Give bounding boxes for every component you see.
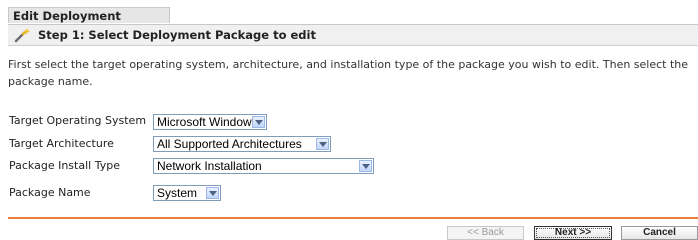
target-os-value: Microsoft Windows xyxy=(157,115,258,129)
panel-tab-title: Edit Deployment Package xyxy=(8,7,170,39)
target-os-label: Target Operating System xyxy=(9,114,147,127)
target-arch-select[interactable]: All Supported Architectures xyxy=(153,136,331,152)
target-arch-value: All Supported Architectures xyxy=(157,137,302,151)
package-name-value: System xyxy=(157,186,198,200)
instructions-text: First select the target operating system… xyxy=(8,58,689,88)
target-arch-label: Target Architecture xyxy=(9,137,114,150)
footer-divider xyxy=(8,217,698,219)
chevron-down-icon xyxy=(252,116,265,128)
chevron-down-icon xyxy=(206,187,219,199)
cancel-button[interactable]: Cancel xyxy=(621,226,698,240)
chevron-down-icon xyxy=(359,160,372,172)
chevron-down-icon xyxy=(316,138,329,150)
back-button[interactable]: << Back xyxy=(447,226,524,240)
wizard-wand-icon xyxy=(14,27,32,43)
package-name-label: Package Name xyxy=(9,186,91,199)
target-os-select[interactable]: Microsoft Windows xyxy=(153,114,267,130)
install-type-value: Network Installation xyxy=(157,159,262,173)
install-type-select[interactable]: Network Installation xyxy=(153,158,374,174)
package-name-select[interactable]: System xyxy=(153,185,221,201)
next-button[interactable]: Next >> xyxy=(534,226,612,240)
step-title: Step 1: Select Deployment Package to edi… xyxy=(38,28,316,42)
step-header: Step 1: Select Deployment Package to edi… xyxy=(8,24,698,46)
install-type-label: Package Install Type xyxy=(9,159,120,172)
